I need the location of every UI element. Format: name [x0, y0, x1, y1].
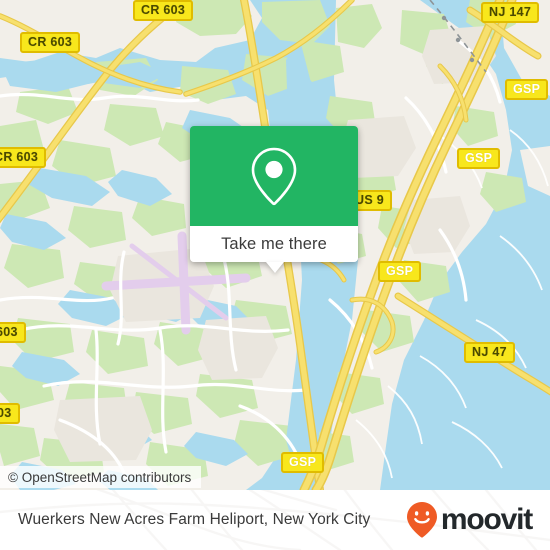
footer-bar: Wuerkers New Acres Farm Heliport, New Yo… [0, 490, 550, 550]
road-shield: NJ 47 [464, 342, 515, 363]
moovit-smiley-pin-icon [406, 502, 437, 538]
location-callout-card[interactable]: Take me there [190, 126, 358, 273]
road-shield: CR 603 [0, 147, 47, 168]
road-shield: GSP [281, 452, 325, 473]
road-shield: 603 [0, 322, 26, 343]
callout-card-footer[interactable]: Take me there [190, 226, 358, 273]
moovit-wordmark: moovit [440, 503, 533, 536]
road-shield: 03 [0, 403, 20, 424]
road-shield: GSP [378, 261, 422, 282]
callout-card-header [190, 126, 358, 226]
road-shield: CR 603 [133, 0, 194, 21]
osm-attribution-label: © OpenStreetMap contributors [8, 469, 192, 485]
place-title: Wuerkers New Acres Farm Heliport, New Yo… [18, 511, 371, 528]
take-me-there-label: Take me there [221, 234, 327, 253]
location-pin-icon [251, 147, 297, 206]
footer-content: Wuerkers New Acres Farm Heliport, New Yo… [0, 490, 550, 550]
map-canvas[interactable]: CR 603 CR 603 NJ 147 GSP CR 603 GSP US 9… [0, 0, 550, 490]
road-shield: CR 603 [20, 32, 81, 53]
road-shield: NJ 147 [481, 2, 540, 23]
road-shield: GSP [457, 148, 501, 169]
map-screenshot: CR 603 CR 603 NJ 147 GSP CR 603 GSP US 9… [0, 0, 550, 550]
road-shield: GSP [505, 79, 549, 100]
callout-tail [266, 261, 284, 273]
osm-attribution[interactable]: © OpenStreetMap contributors [0, 466, 202, 488]
moovit-brand[interactable]: moovit [406, 501, 533, 539]
